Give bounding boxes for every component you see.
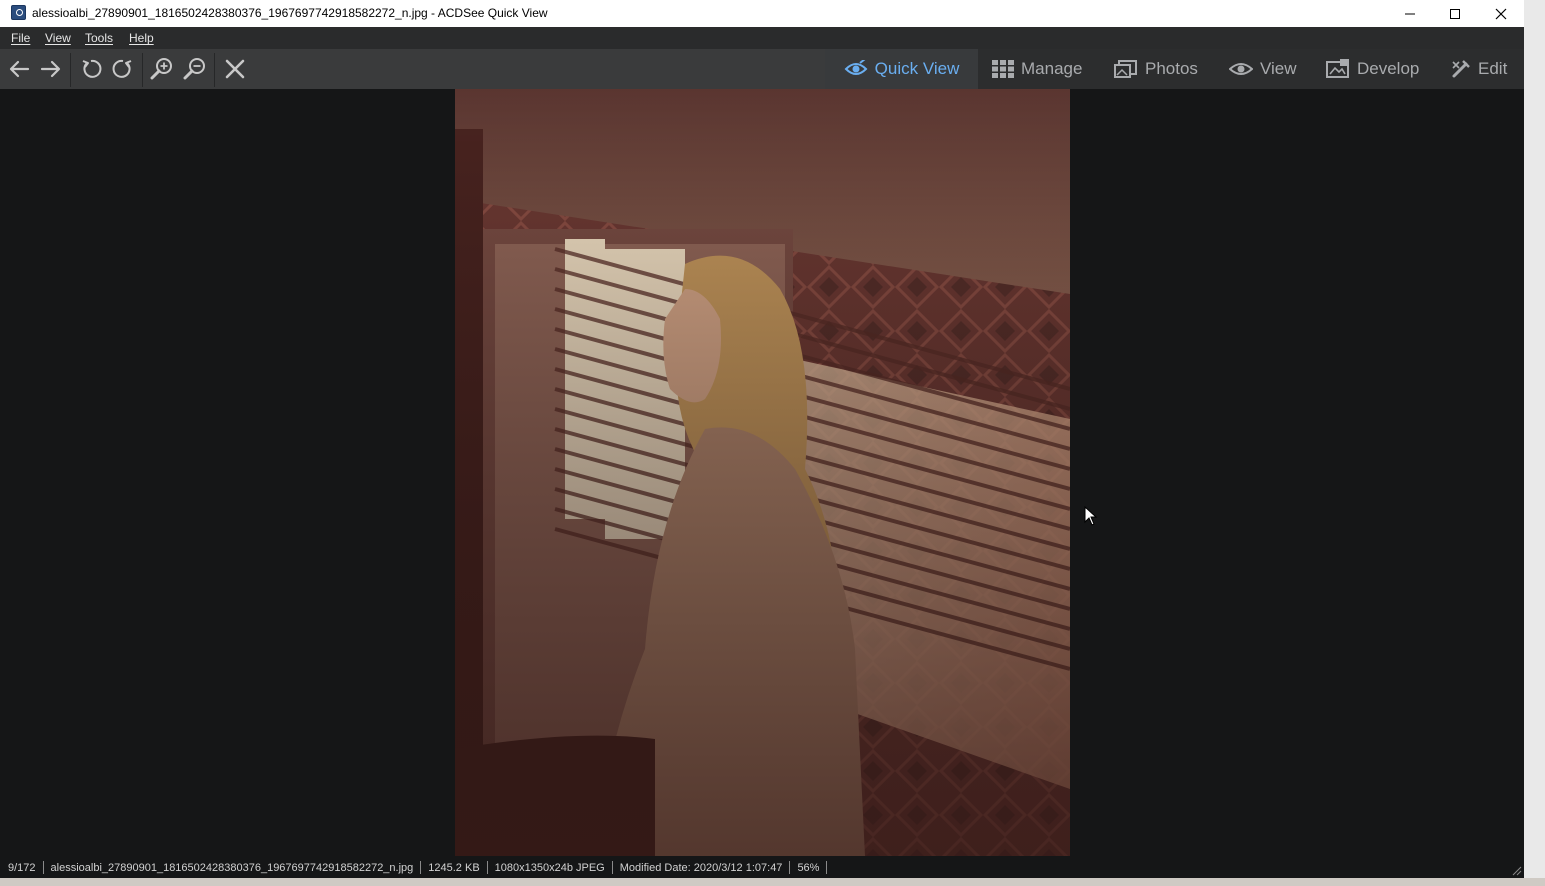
mode-edit[interactable]: Edit: [1451, 49, 1507, 89]
rotate-left-button[interactable]: [77, 55, 105, 83]
zoom-level: 56%: [797, 861, 820, 874]
menu-bar: File View Tools Help: [0, 27, 1524, 49]
image-dimensions: 1080x1350x24b JPEG: [494, 861, 605, 874]
zoom-in-icon: [150, 58, 172, 80]
status-separator: [789, 861, 791, 874]
file-size: 1245.2 KB: [428, 861, 480, 874]
mode-manage[interactable]: Manage: [992, 49, 1082, 89]
arrow-left-icon: [9, 60, 30, 78]
title-bar[interactable]: alessioalbi_27890901_1816502428380376_19…: [0, 0, 1524, 27]
mode-quick-view[interactable]: Quick View: [825, 49, 978, 89]
zoom-in-button[interactable]: [148, 55, 176, 83]
image-viewer[interactable]: [0, 89, 1524, 857]
menu-file[interactable]: File: [11, 31, 30, 45]
acdsee-quick-view-window: alessioalbi_27890901_1816502428380376_19…: [0, 0, 1524, 878]
maximize-button[interactable]: [1432, 0, 1478, 27]
status-separator: [826, 861, 828, 874]
zoom-out-button[interactable]: [181, 55, 209, 83]
photo-content: [455, 89, 1070, 856]
photos-icon: [1114, 60, 1137, 78]
close-icon: [1495, 8, 1507, 19]
displayed-photo[interactable]: [455, 89, 1070, 856]
minimize-icon: [1405, 13, 1415, 14]
rotate-right-icon: [112, 59, 132, 78]
arrow-right-icon: [40, 60, 61, 78]
zoom-out-icon: [183, 58, 205, 80]
status-filename: alessioalbi_27890901_1816502428380376_19…: [50, 861, 414, 874]
toolbar-separator: [70, 53, 71, 87]
brush-icon: [1452, 60, 1470, 78]
close-window-button[interactable]: [1478, 0, 1524, 27]
maximize-icon: [1450, 8, 1460, 19]
rotate-right-button[interactable]: [109, 55, 137, 83]
app-icon: [11, 5, 26, 20]
status-separator: [486, 861, 488, 874]
menu-tools[interactable]: Tools: [85, 31, 113, 45]
mode-label: Quick View: [874, 59, 960, 78]
mouse-cursor-icon: [1084, 505, 1098, 531]
eye-icon: [844, 60, 868, 75]
previous-image-button[interactable]: [5, 55, 33, 83]
grid-icon: [992, 60, 1014, 78]
modified-date: Modified Date: 2020/3/12 1:07:47: [619, 861, 783, 874]
close-viewer-button[interactable]: [221, 55, 249, 83]
close-x-icon: [225, 59, 245, 79]
image-position: 9/172: [8, 861, 36, 874]
mode-label: Manage: [1021, 59, 1083, 78]
toolbar-separator: [142, 53, 143, 87]
window-title: alessioalbi_27890901_1816502428380376_19…: [32, 6, 548, 20]
toolbar: Quick View Manage Photos View Develop Ed…: [0, 49, 1524, 89]
status-separator: [611, 861, 613, 874]
next-image-button[interactable]: [37, 55, 65, 83]
mode-photos[interactable]: Photos: [1114, 49, 1198, 89]
mode-label: Develop: [1357, 59, 1420, 78]
status-separator: [42, 861, 44, 874]
mode-label: Photos: [1145, 59, 1198, 78]
desktop-background-strip: [0, 878, 1545, 886]
toolbar-separator: [214, 53, 215, 87]
mode-develop[interactable]: Develop: [1326, 49, 1419, 89]
rotate-left-icon: [82, 59, 102, 78]
develop-icon: [1326, 59, 1349, 78]
mode-label: View: [1260, 59, 1297, 78]
menu-help[interactable]: Help: [129, 31, 154, 45]
resize-grip-icon[interactable]: [1512, 866, 1522, 876]
eye-icon: [1229, 63, 1253, 75]
minimize-button[interactable]: [1387, 0, 1433, 27]
mode-view[interactable]: View: [1229, 49, 1297, 89]
mode-label: Edit: [1478, 59, 1508, 78]
menu-view[interactable]: View: [45, 31, 71, 45]
status-bar: 9/172 alessioalbi_27890901_1816502428380…: [0, 857, 1524, 878]
mode-tabs: Quick View Manage Photos View Develop Ed…: [825, 49, 1524, 89]
status-separator: [420, 861, 422, 874]
